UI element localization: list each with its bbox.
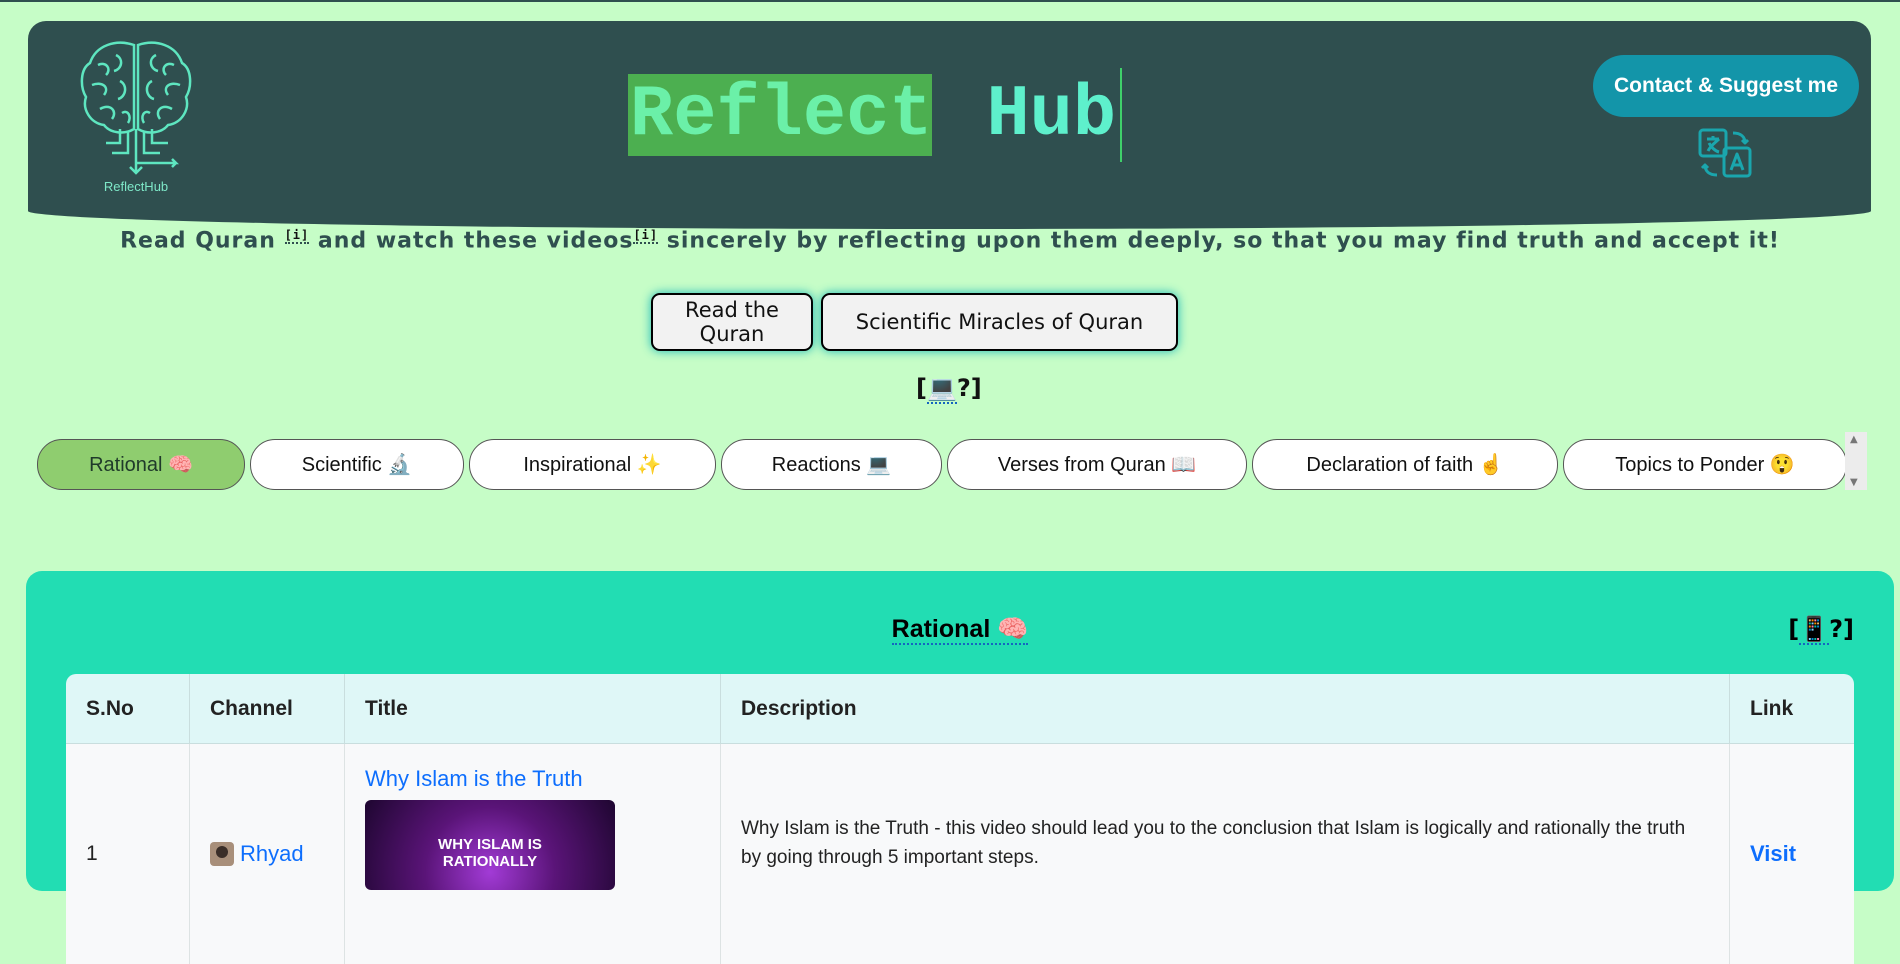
col-sno: S.No xyxy=(66,674,190,744)
panel-title-text[interactable]: Rational 🧠 xyxy=(891,615,1029,645)
scientific-miracles-button[interactable]: Scientific Miracles of Quran xyxy=(821,293,1178,351)
thumbnail-text-2: RATIONALLY xyxy=(442,853,538,870)
site-title-word-2: Hub xyxy=(986,74,1117,156)
tab-rational[interactable]: Rational 🧠 xyxy=(37,439,245,490)
tagline-text-1: Read Quran xyxy=(120,228,285,254)
channel-name: Rhyad xyxy=(240,841,304,866)
video-title-link[interactable]: Why Islam is the Truth xyxy=(365,766,700,792)
col-channel: Channel xyxy=(190,674,345,744)
panel-help-link[interactable]: [📱?] xyxy=(1788,615,1854,645)
thumbnail-text-1: WHY ISLAM IS xyxy=(438,836,542,853)
rational-panel: Rational 🧠 [📱?] S.No Channel Title Descr… xyxy=(26,571,1894,964)
brain-logo-icon xyxy=(80,41,192,175)
site-header: ReflectHub Reflect Hub Contact & Suggest … xyxy=(28,21,1871,229)
tab-verses-from-quran[interactable]: Verses from Quran 📖 xyxy=(947,439,1247,490)
computer-icon[interactable]: 💻 xyxy=(926,374,957,404)
row-title: Why Islam is the Truth WHY ISLAM IS RATI… xyxy=(345,744,721,964)
site-title-word-1: Reflect xyxy=(628,74,933,156)
help-link[interactable]: [💻?] xyxy=(916,374,982,404)
videos-table: S.No Channel Title Description Link 1 Rh… xyxy=(66,674,1854,964)
tab-topics-to-ponder[interactable]: Topics to Ponder 😲 xyxy=(1563,439,1847,490)
tab-declaration-of-faith[interactable]: Declaration of faith ☝️ xyxy=(1252,439,1558,490)
row-sno: 1 xyxy=(66,744,190,964)
row-channel: Rhyad xyxy=(190,744,345,964)
visit-link[interactable]: Visit xyxy=(1750,841,1796,866)
translate-icon[interactable] xyxy=(1697,127,1753,181)
contact-suggest-button[interactable]: Contact & Suggest me xyxy=(1593,55,1859,117)
mobile-icon[interactable]: 📱 xyxy=(1799,615,1830,645)
help-bracket-open: [ xyxy=(916,374,927,402)
col-link: Link xyxy=(1730,674,1854,744)
table-header-row: S.No Channel Title Description Link xyxy=(66,674,1854,744)
quran-info-link[interactable]: [i] xyxy=(284,228,310,244)
category-tabs: Rational 🧠 Scientific 🔬 Inspirational ✨ … xyxy=(37,439,1847,490)
col-title: Title xyxy=(345,674,721,744)
videos-info-link[interactable]: [i] xyxy=(633,228,659,244)
col-description: Description xyxy=(721,674,1730,744)
table-row: 1 Rhyad Why Islam is the Truth WHY ISLAM… xyxy=(66,744,1854,964)
top-border xyxy=(0,0,1900,2)
logo-caption: ReflectHub xyxy=(103,179,169,194)
tab-inspirational[interactable]: Inspirational ✨ xyxy=(469,439,716,490)
site-title: Reflect Hub xyxy=(628,67,1123,163)
scroll-up-icon[interactable]: ▲ xyxy=(1850,434,1858,445)
row-description: Why Islam is the Truth - this video shou… xyxy=(721,744,1730,964)
logo[interactable]: ReflectHub xyxy=(76,35,196,195)
video-thumbnail[interactable]: WHY ISLAM IS RATIONALLY xyxy=(365,800,615,890)
help-question: ?] xyxy=(956,374,982,402)
primary-actions: Read the Quran Scientific Miracles of Qu… xyxy=(651,293,1178,351)
tabs-scrollbar[interactable]: ▲ ▼ xyxy=(1845,432,1867,490)
tagline-text-2: and watch these videos xyxy=(309,228,634,254)
avatar xyxy=(210,842,234,866)
tagline: Read Quran [i] and watch these videos[i]… xyxy=(0,228,1900,253)
panel-help-question: ?] xyxy=(1829,615,1854,643)
tab-scientific[interactable]: Scientific 🔬 xyxy=(250,439,464,490)
scroll-down-icon[interactable]: ▼ xyxy=(1850,477,1858,488)
read-quran-button[interactable]: Read the Quran xyxy=(651,293,813,351)
row-link: Visit xyxy=(1730,744,1854,964)
panel-help-bracket: [ xyxy=(1788,615,1800,643)
tagline-text-3: sincerely by reflecting upon them deeply… xyxy=(658,228,1780,254)
typing-cursor xyxy=(1120,68,1123,162)
panel-title: Rational 🧠 xyxy=(26,615,1894,645)
tab-reactions[interactable]: Reactions 💻 xyxy=(721,439,942,490)
channel-link[interactable]: Rhyad xyxy=(210,841,324,867)
